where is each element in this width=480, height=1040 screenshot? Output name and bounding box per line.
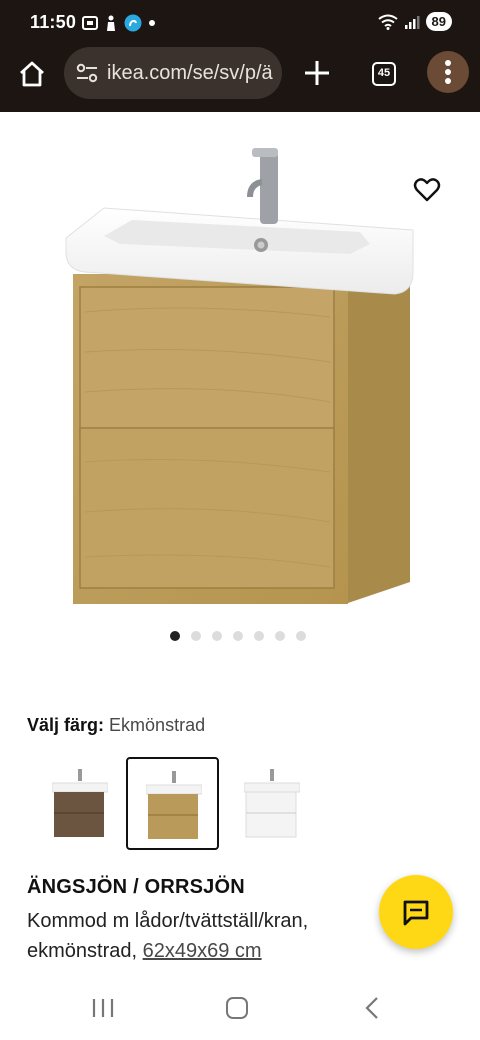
- screenshot-icon: [82, 16, 98, 30]
- white-swatch-thumbnail: [244, 769, 300, 838]
- accessibility-icon: [107, 15, 115, 31]
- chat-icon: [403, 900, 429, 926]
- product-name: ÄNGSJÖN / ORRSJÖN: [27, 876, 245, 898]
- back-icon[interactable]: [364, 996, 380, 1020]
- browser-toolbar: ikea.com/se/sv/p/ä 45: [0, 46, 480, 112]
- signal-icon: [404, 15, 420, 29]
- battery-icon: 89: [425, 12, 452, 31]
- favorite-heart-icon[interactable]: [413, 176, 441, 204]
- url-text: ikea.com/se/sv/p/ä: [107, 62, 273, 84]
- pagination-dot[interactable]: [296, 631, 306, 641]
- color-value: Ekmönstrad: [109, 715, 206, 735]
- tab-switcher-button[interactable]: 45: [372, 62, 396, 86]
- oak-swatch-thumbnail: [146, 771, 202, 839]
- site-settings-icon[interactable]: [76, 63, 98, 83]
- image-pagination[interactable]: [170, 631, 306, 641]
- pagination-dot[interactable]: [191, 631, 201, 641]
- dot-icon: [149, 20, 155, 26]
- status-time: 11:50: [30, 12, 77, 32]
- pagination-dot[interactable]: [275, 631, 285, 641]
- product-dimensions-link[interactable]: 62x49x69 cm: [143, 940, 262, 962]
- chat-button[interactable]: [379, 875, 453, 949]
- pagination-dot[interactable]: [170, 631, 180, 641]
- product-image[interactable]: [0, 112, 480, 622]
- home-icon[interactable]: [16, 58, 48, 90]
- brown-swatch[interactable]: [34, 757, 127, 850]
- new-tab-icon[interactable]: [302, 58, 332, 88]
- pagination-dot[interactable]: [254, 631, 264, 641]
- color-label: Välj färg:: [27, 715, 105, 735]
- browser-menu-button[interactable]: [427, 51, 469, 93]
- address-bar[interactable]: ikea.com/se/sv/p/ä: [64, 47, 282, 99]
- white-swatch[interactable]: [226, 757, 319, 850]
- pagination-dot[interactable]: [212, 631, 222, 641]
- app-notification-icon: [124, 14, 142, 32]
- recents-icon[interactable]: [91, 997, 115, 1019]
- brown-swatch-thumbnail: [52, 769, 108, 837]
- product-description: Kommod m lådor/tvättställ/kran, ekmönstr…: [27, 906, 377, 966]
- system-nav-bar: [0, 980, 480, 1040]
- pagination-dot[interactable]: [233, 631, 243, 641]
- status-bar: 11:50 89: [0, 0, 480, 46]
- color-selector-label: Välj färg: Ekmönstrad: [27, 715, 205, 736]
- status-icons: [82, 14, 156, 32]
- wifi-icon: [377, 14, 398, 30]
- home-nav-icon[interactable]: [226, 997, 248, 1019]
- oak-swatch[interactable]: [126, 757, 219, 850]
